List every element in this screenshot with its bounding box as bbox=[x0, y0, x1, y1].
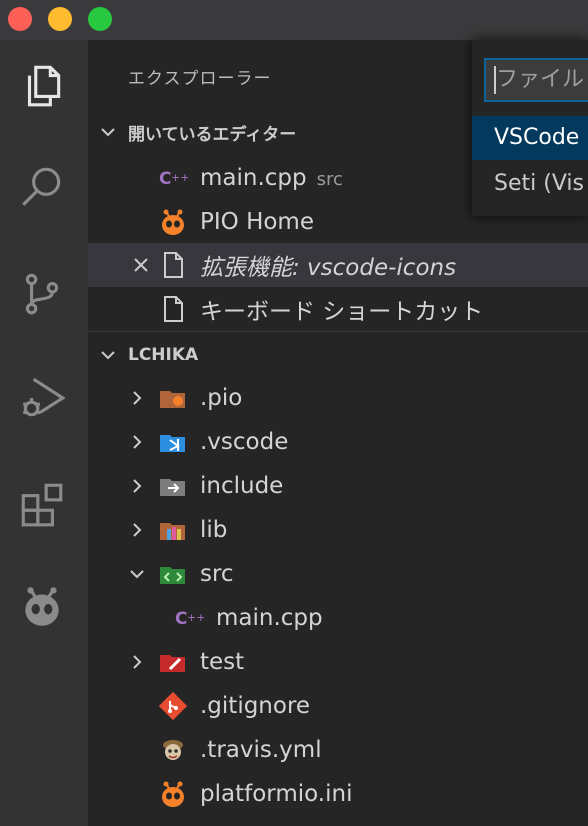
chevron-right-icon bbox=[124, 385, 150, 411]
tree-label: include bbox=[200, 473, 284, 499]
chevron-right-icon bbox=[124, 429, 150, 455]
file-icon bbox=[158, 250, 188, 280]
src-folder-icon bbox=[158, 559, 188, 589]
text-caret bbox=[494, 66, 496, 94]
source-control-icon bbox=[25, 273, 59, 315]
tree-file[interactable]: .gitignore bbox=[88, 684, 588, 728]
tree-label: .pio bbox=[200, 385, 243, 411]
open-editors-title: 開いているエディター bbox=[128, 124, 297, 145]
tree-label: .travis.yml bbox=[200, 737, 322, 763]
chevron-down-icon bbox=[88, 346, 128, 364]
tree-label: test bbox=[200, 649, 245, 675]
include-folder-icon bbox=[158, 471, 188, 501]
explorer-icon bbox=[27, 65, 61, 107]
sidebar-title: エクスプローラー bbox=[128, 69, 272, 89]
chevron-right-icon bbox=[124, 649, 150, 675]
pio-folder-icon bbox=[158, 383, 188, 413]
travis-icon bbox=[158, 735, 188, 765]
file-icon bbox=[158, 294, 188, 324]
project-title: LCHIKA bbox=[128, 345, 199, 365]
vscode-folder-icon bbox=[158, 427, 188, 457]
minimize-window-button[interactable] bbox=[48, 7, 72, 31]
quick-pick-input[interactable]: ファイル bbox=[484, 58, 588, 102]
tree-label: src bbox=[200, 561, 234, 587]
run-debug-activity[interactable] bbox=[14, 370, 70, 426]
tree-file[interactable]: C ++ main.cpp bbox=[88, 596, 588, 640]
tree-label: lib bbox=[200, 517, 228, 543]
svg-text:C: C bbox=[175, 609, 187, 629]
search-activity[interactable] bbox=[14, 158, 70, 214]
file-label: main.cpp bbox=[200, 165, 307, 191]
platformio-activity[interactable] bbox=[14, 578, 70, 634]
open-editor-item[interactable]: キーボード ショートカット bbox=[88, 287, 588, 331]
explorer-activity[interactable] bbox=[14, 58, 70, 114]
quick-pick-placeholder: ファイル bbox=[496, 67, 585, 92]
icon-theme-quick-pick: ファイル VSCode Seti (Vis bbox=[472, 40, 588, 216]
extensions-icon bbox=[21, 483, 63, 527]
tree-folder[interactable]: test bbox=[88, 640, 588, 684]
file-label: 拡張機能: vscode-icons bbox=[200, 255, 457, 281]
git-icon bbox=[158, 691, 188, 721]
platformio-icon bbox=[158, 207, 188, 237]
tree-label: .vscode bbox=[200, 429, 289, 455]
tree-label: .gitignore bbox=[200, 693, 311, 719]
file-label: キーボード ショートカット bbox=[200, 299, 484, 325]
svg-text:C: C bbox=[159, 169, 171, 189]
chevron-right-icon bbox=[124, 473, 150, 499]
tree-folder[interactable]: lib bbox=[88, 508, 588, 552]
activity-bar bbox=[0, 40, 88, 826]
file-description: src bbox=[316, 169, 343, 190]
extensions-activity[interactable] bbox=[14, 476, 70, 532]
cpp-icon: C ++ bbox=[174, 603, 204, 633]
cpp-icon: C ++ bbox=[158, 163, 188, 193]
file-label: PIO Home bbox=[200, 209, 314, 235]
tree-label: platformio.ini bbox=[200, 781, 353, 807]
close-icon[interactable] bbox=[128, 252, 154, 278]
run-debug-icon bbox=[23, 377, 66, 417]
source-control-activity[interactable] bbox=[14, 266, 70, 322]
title-bar bbox=[0, 0, 588, 40]
open-editor-item-selected[interactable]: 拡張機能: vscode-icons bbox=[88, 243, 588, 287]
svg-text:++: ++ bbox=[187, 611, 204, 624]
project-header[interactable]: LCHIKA bbox=[88, 337, 588, 373]
section-divider bbox=[88, 331, 588, 332]
tree-file[interactable]: platformio.ini bbox=[88, 772, 588, 816]
close-window-button[interactable] bbox=[8, 7, 32, 31]
chevron-right-icon bbox=[124, 517, 150, 543]
maximize-window-button[interactable] bbox=[88, 7, 112, 31]
chevron-down-icon bbox=[124, 561, 150, 587]
tree-folder[interactable]: .pio bbox=[88, 376, 588, 420]
tree-folder[interactable]: .vscode bbox=[88, 420, 588, 464]
tree-file[interactable]: .travis.yml bbox=[88, 728, 588, 772]
lib-folder-icon bbox=[158, 515, 188, 545]
search-icon bbox=[22, 167, 61, 206]
platformio-icon bbox=[25, 587, 59, 626]
test-folder-icon bbox=[158, 647, 188, 677]
chevron-down-icon bbox=[88, 123, 128, 141]
svg-text:++: ++ bbox=[171, 171, 188, 184]
tree-label: main.cpp bbox=[216, 605, 323, 631]
tree-folder-expanded[interactable]: src bbox=[88, 552, 588, 596]
platformio-icon bbox=[158, 779, 188, 809]
tree-folder[interactable]: include bbox=[88, 464, 588, 508]
quick-pick-option-vscode-icons[interactable]: VSCode bbox=[472, 116, 588, 160]
quick-pick-option-seti[interactable]: Seti (Vis bbox=[472, 162, 588, 206]
